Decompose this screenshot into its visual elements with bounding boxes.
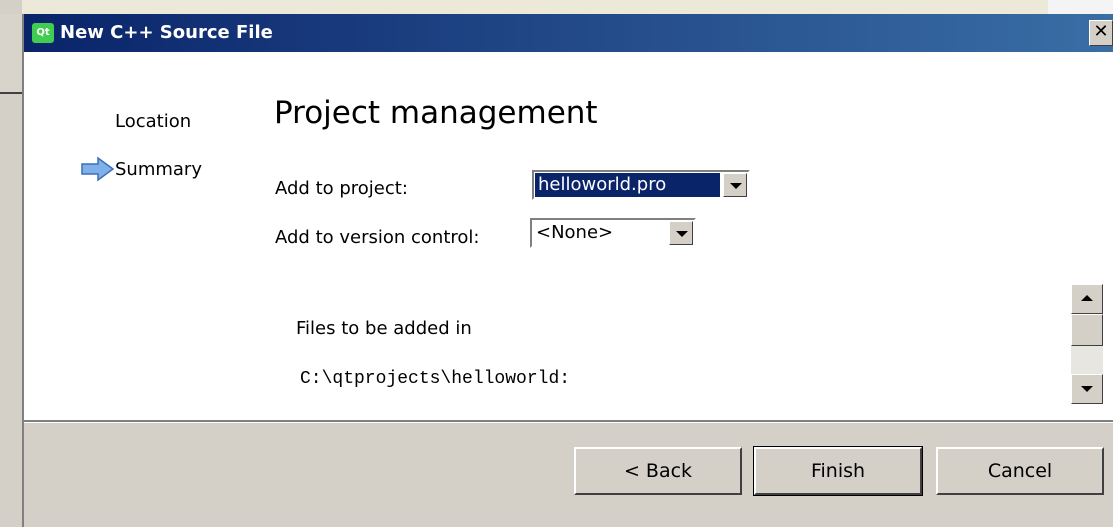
scroll-down-icon[interactable] [1071,374,1103,404]
add-to-project-select[interactable]: helloworld.pro [532,170,750,200]
add-to-version-control-label: Add to version control: [275,227,480,248]
files-path: C:\qtprojects\helloworld: [300,369,571,389]
wizard-content: Location Summary Project management Add … [24,52,1113,420]
chevron-down-icon[interactable] [669,221,693,245]
version-control-value: <None> [536,222,614,243]
background-window-top [0,0,1113,14]
background-strip [1048,0,1113,14]
add-to-project-label: Add to project: [275,178,408,199]
scrollbar-thumb[interactable] [1071,314,1103,346]
page-title: Project management [274,95,598,131]
close-icon: ✕ [1093,21,1109,42]
title-bar[interactable]: Qt New C++ Source File ✕ [24,14,1113,52]
files-to-be-added-label: Files to be added in [296,318,472,339]
back-button[interactable]: < Back [574,447,742,495]
close-button[interactable]: ✕ [1089,20,1113,46]
button-bar: < Back Finish Cancel [24,423,1113,527]
background-panel [0,14,22,94]
files-scrollbar[interactable] [1071,284,1103,404]
wizard-step-summary: Summary [115,159,202,180]
chevron-down-icon[interactable] [723,173,747,197]
cancel-button[interactable]: Cancel [936,447,1104,495]
version-control-select[interactable]: <None> [530,218,696,248]
wizard-step-location: Location [115,111,192,132]
dialog-title: New C++ Source File [60,22,273,43]
finish-button[interactable]: Finish [753,446,923,496]
current-step-arrow-icon [81,156,115,182]
qt-app-icon: Qt [32,23,54,43]
new-source-file-dialog: Qt New C++ Source File ✕ Location Summar… [22,14,1113,527]
add-to-project-value: helloworld.pro [535,173,720,197]
scroll-up-icon[interactable] [1071,284,1103,314]
